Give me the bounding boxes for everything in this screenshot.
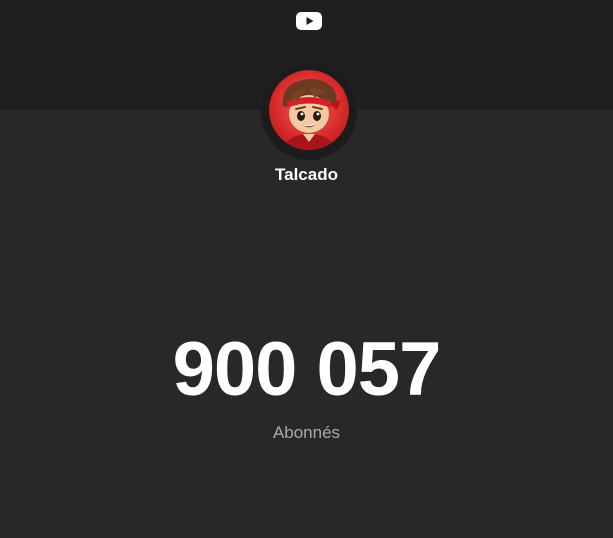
channel-name[interactable]: Talcado (0, 164, 613, 186)
subscriber-label: Abonnés (272, 423, 341, 442)
subscriber-count: 900 057 (172, 327, 442, 412)
youtube-play-icon[interactable] (296, 12, 322, 30)
channel-avatar[interactable] (269, 70, 349, 150)
subscriber-counter-page: Talcado 900 057 Abonnés (0, 0, 613, 538)
